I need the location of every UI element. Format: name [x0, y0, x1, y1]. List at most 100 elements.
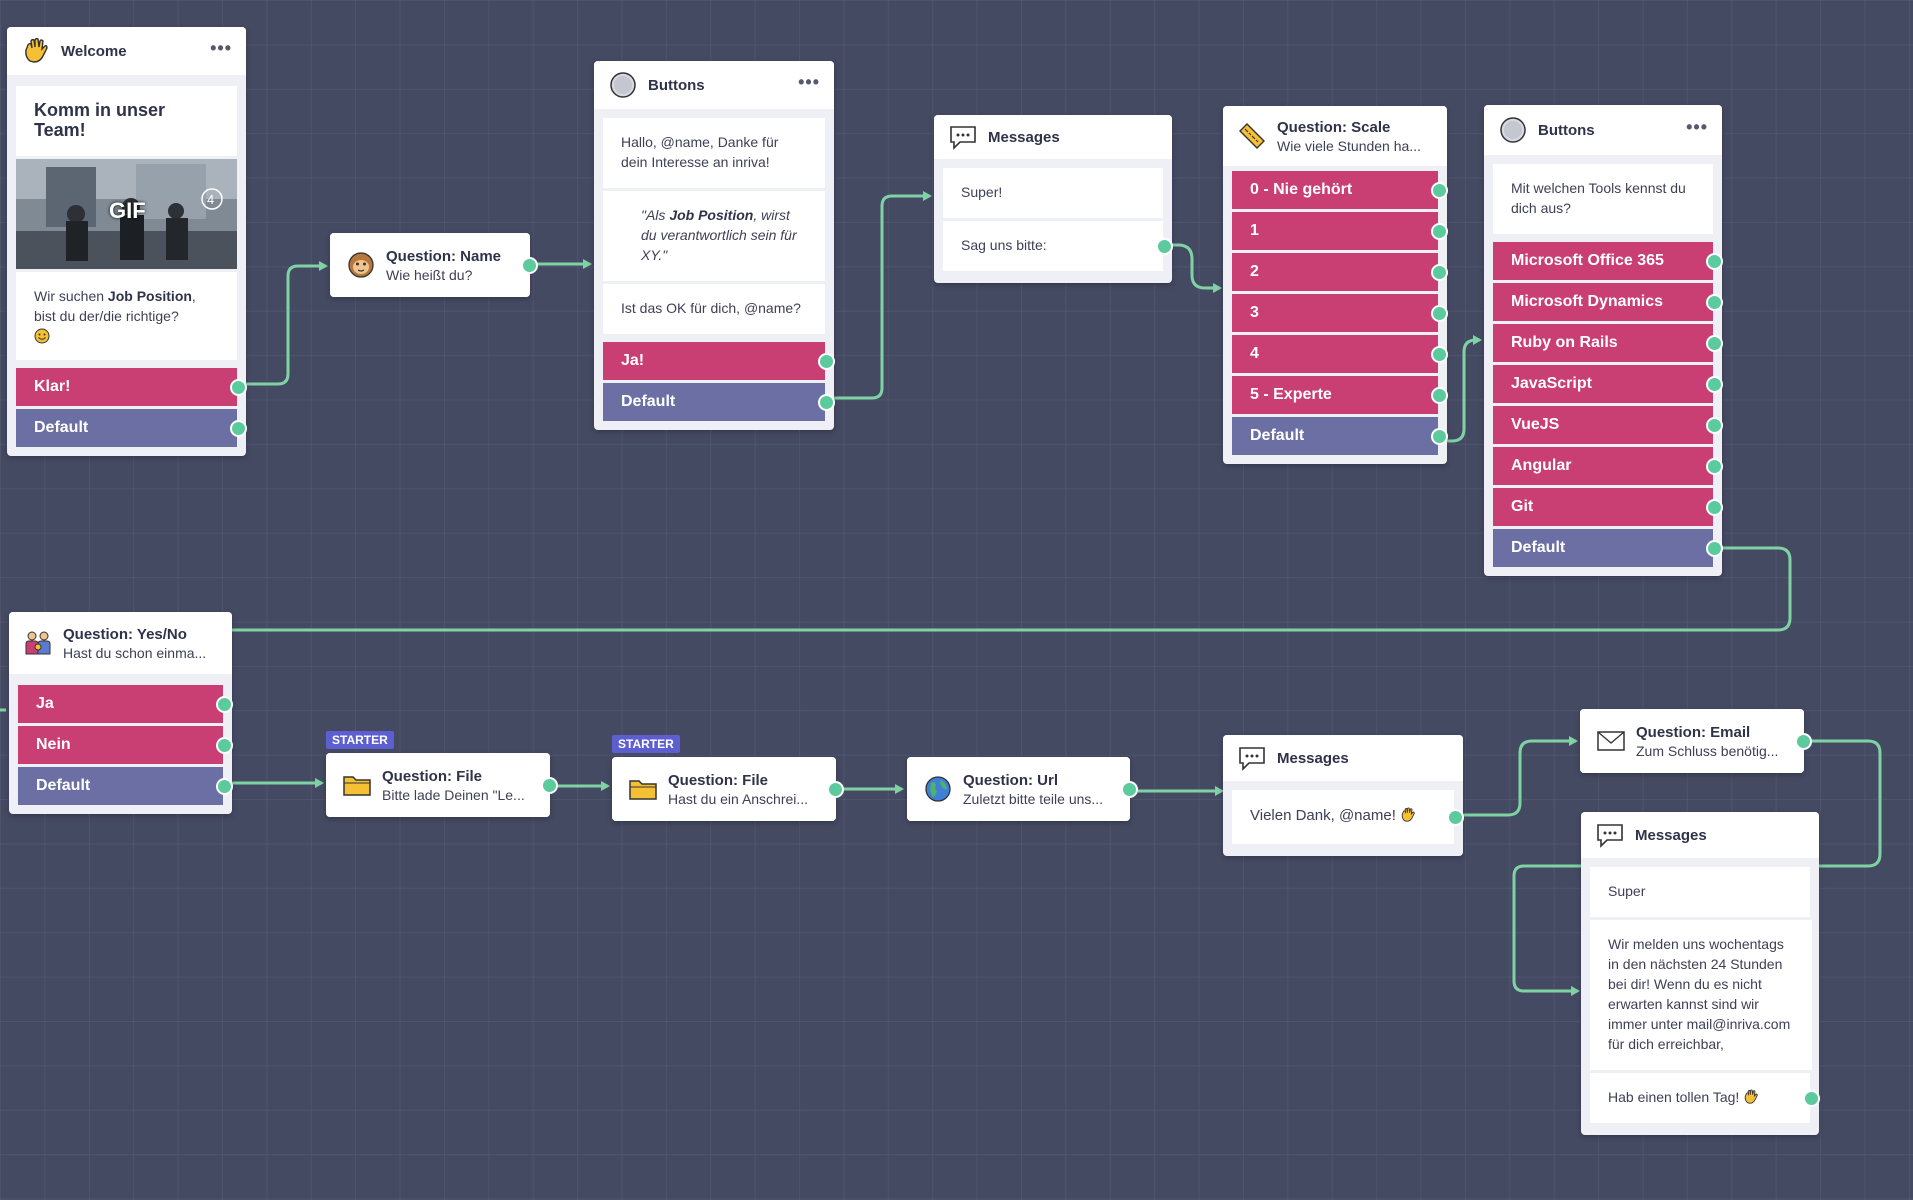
node-header[interactable]: Buttons ••• — [594, 61, 834, 109]
speech-bubble-icon — [1595, 820, 1625, 850]
node-header[interactable]: Messages — [1223, 735, 1463, 781]
message-text: Hab einen tollen Tag! — [1590, 1073, 1820, 1123]
node-question-yesno[interactable]: Question: Yes/No Hast du schon einma... … — [9, 612, 233, 814]
output-port[interactable] — [1431, 304, 1448, 322]
waving-hand-icon — [1743, 1089, 1759, 1105]
scale-option-5[interactable]: 5 - Experte — [1232, 376, 1448, 414]
node-header[interactable]: Question: Name Wie heißt du? — [330, 233, 538, 297]
option-angular[interactable]: Angular — [1493, 447, 1723, 485]
output-port[interactable] — [521, 256, 538, 274]
output-port[interactable] — [216, 695, 233, 713]
output-port[interactable] — [1431, 181, 1448, 199]
output-port[interactable] — [1431, 345, 1448, 363]
message-quote: "Als Job Position, wirst du verantwortli… — [603, 191, 825, 281]
output-port[interactable] — [827, 780, 844, 798]
button-default[interactable]: Default — [603, 383, 835, 421]
node-header[interactable]: Question: Scale Wie viele Stunden ha... — [1223, 106, 1447, 166]
button-default[interactable]: Default — [18, 767, 233, 805]
gif-image: 4 GIF — [16, 159, 237, 269]
node-header[interactable]: Question: Email Zum Schluss benötig... — [1580, 709, 1812, 773]
option-git[interactable]: Git — [1493, 488, 1723, 526]
message-label: Sag uns bitte: — [961, 237, 1047, 253]
node-question-url[interactable]: Question: Url Zuletzt bitte teile uns... — [907, 757, 1138, 821]
output-port[interactable] — [216, 777, 233, 795]
output-port[interactable] — [818, 352, 835, 370]
more-icon[interactable]: ••• — [1686, 118, 1708, 138]
more-icon[interactable]: ••• — [798, 73, 820, 93]
node-question-file-1[interactable]: STARTER Question: File Bitte lade Deinen… — [326, 731, 558, 817]
button-nein[interactable]: Nein — [18, 726, 233, 764]
node-messages-3[interactable]: Messages Super Wir melden uns wochentags… — [1581, 812, 1820, 1135]
node-header[interactable]: Messages — [1581, 812, 1819, 858]
scale-option-3[interactable]: 3 — [1232, 294, 1448, 332]
node-buttons-1[interactable]: Buttons ••• Hallo, @name, Danke für dein… — [594, 61, 835, 430]
globe-icon — [923, 774, 953, 804]
node-subtitle: Bitte lade Deinen "Le... — [382, 786, 525, 803]
button-default[interactable]: Default — [1493, 529, 1723, 567]
output-port[interactable] — [1706, 539, 1723, 557]
node-question-email[interactable]: Question: Email Zum Schluss benötig... — [1580, 709, 1812, 773]
option-ruby-on-rails[interactable]: Ruby on Rails — [1493, 324, 1723, 362]
button-label: Angular — [1511, 457, 1572, 474]
node-header[interactable]: Question: Yes/No Hast du schon einma... — [9, 612, 232, 674]
output-port[interactable] — [1121, 780, 1138, 798]
button-default[interactable]: Default — [16, 409, 247, 447]
circle-icon — [1498, 115, 1528, 145]
button-default[interactable]: Default — [1232, 417, 1448, 455]
option-javascript[interactable]: JavaScript — [1493, 365, 1723, 403]
node-title: Question: Scale — [1277, 118, 1391, 136]
option-microsoft-dynamics[interactable]: Microsoft Dynamics — [1493, 283, 1723, 321]
output-port[interactable] — [1706, 252, 1723, 270]
node-header[interactable]: Question: Url Zuletzt bitte teile uns... — [907, 757, 1138, 821]
node-question-file-2[interactable]: STARTER Question: File Hast du ein Ansch… — [612, 735, 844, 821]
output-port[interactable] — [1431, 427, 1448, 445]
flow-canvas[interactable]: Welcome ••• Komm in unser Team! 4 GIF Wi… — [0, 0, 1913, 1200]
button-label: 5 - Experte — [1250, 386, 1332, 403]
output-port[interactable] — [1706, 375, 1723, 393]
more-icon[interactable]: ••• — [210, 39, 232, 59]
button-klar[interactable]: Klar! — [16, 368, 247, 406]
node-title: Question: Url — [963, 771, 1059, 789]
button-label: 1 — [1250, 222, 1259, 239]
node-header[interactable]: Welcome ••• — [7, 27, 246, 75]
node-messages-1[interactable]: Messages Super! Sag uns bitte: — [934, 115, 1173, 283]
scale-option-4[interactable]: 4 — [1232, 335, 1448, 373]
output-port[interactable] — [216, 736, 233, 754]
node-buttons-2[interactable]: Buttons ••• Mit welchen Tools kennst du … — [1484, 105, 1723, 576]
node-header[interactable]: Question: File Bitte lade Deinen "Le... — [326, 753, 558, 817]
scale-option-1[interactable]: 1 — [1232, 212, 1448, 250]
output-port[interactable] — [1431, 263, 1448, 281]
output-port[interactable] — [1706, 457, 1723, 475]
node-subtitle: Zuletzt bitte teile uns... — [963, 790, 1104, 807]
node-messages-2[interactable]: Messages Vielen Dank, @name! — [1223, 735, 1464, 856]
output-port[interactable] — [1706, 334, 1723, 352]
output-port[interactable] — [818, 393, 835, 411]
output-port[interactable] — [1156, 237, 1173, 255]
option-microsoft-office-365[interactable]: Microsoft Office 365 — [1493, 242, 1723, 280]
node-header[interactable]: Buttons ••• — [1484, 105, 1722, 155]
output-port[interactable] — [1795, 732, 1812, 750]
node-welcome[interactable]: Welcome ••• Komm in unser Team! 4 GIF Wi… — [7, 27, 247, 456]
output-port[interactable] — [541, 776, 558, 794]
button-label: Default — [1511, 539, 1566, 556]
output-port[interactable] — [1431, 386, 1448, 404]
scale-option-0[interactable]: 0 - Nie gehört — [1232, 171, 1448, 209]
output-port[interactable] — [1706, 416, 1723, 434]
output-port[interactable] — [1447, 808, 1464, 826]
button-ja[interactable]: Ja — [18, 685, 233, 723]
message-text: Hallo, @name, Danke für dein Interesse a… — [603, 118, 825, 188]
node-header[interactable]: Question: File Hast du ein Anschrei... — [612, 757, 844, 821]
output-port[interactable] — [1706, 293, 1723, 311]
node-header[interactable]: Messages — [934, 115, 1172, 159]
output-port[interactable] — [230, 419, 247, 437]
output-port[interactable] — [1431, 222, 1448, 240]
option-vuejs[interactable]: VueJS — [1493, 406, 1723, 444]
output-port[interactable] — [230, 378, 247, 396]
output-port[interactable] — [1803, 1089, 1820, 1107]
scale-option-2[interactable]: 2 — [1232, 253, 1448, 291]
button-ja[interactable]: Ja! — [603, 342, 835, 380]
node-question-scale[interactable]: Question: Scale Wie viele Stunden ha... … — [1223, 106, 1448, 464]
node-title: Messages — [1635, 826, 1707, 844]
output-port[interactable] — [1706, 498, 1723, 516]
node-question-name[interactable]: Question: Name Wie heißt du? — [330, 233, 538, 297]
